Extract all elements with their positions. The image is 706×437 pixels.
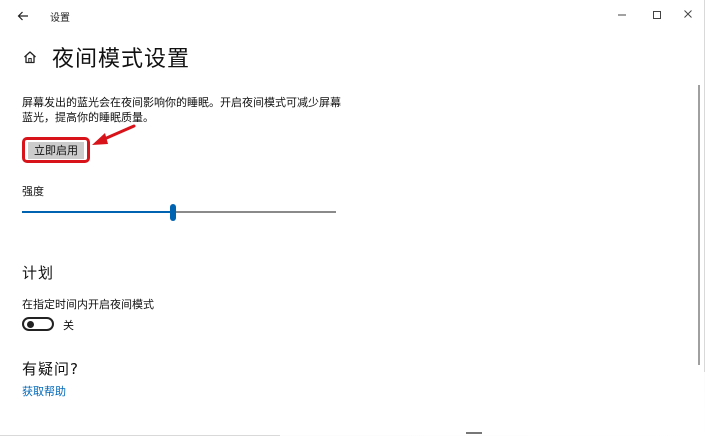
minimize-button[interactable] (612, 6, 632, 26)
home-icon[interactable] (22, 49, 38, 65)
description-text: 屏幕发出的蓝光会在夜间影响你的睡眠。开启夜间模式可减少屏幕蓝光，提高你的睡眠质量… (22, 96, 341, 124)
page-title: 夜间模式设置 (52, 47, 191, 72)
page-header: 夜间模式设置 (22, 42, 190, 72)
strength-label: 强度 (22, 185, 44, 198)
toggle-knob (27, 321, 34, 328)
enable-button-highlight: 立即启用 (22, 137, 90, 163)
app-title: 设置 (50, 13, 70, 24)
enable-now-button[interactable]: 立即启用 (28, 142, 84, 159)
settings-window: 设置 夜间模式设置 屏幕发出的蓝光会在夜间影响你的睡眠。开启夜间模式可减少屏幕蓝… (0, 0, 705, 436)
schedule-toggle[interactable] (22, 317, 54, 331)
maximize-button[interactable] (647, 6, 667, 26)
minimize-icon (618, 14, 626, 16)
toggle-state-label: 关 (63, 319, 74, 332)
close-icon (684, 10, 692, 18)
slider-thumb[interactable] (169, 204, 176, 221)
schedule-label: 在指定时间内开启夜间模式 (22, 298, 154, 311)
slider-fill (22, 211, 173, 213)
title-bar: 设置 (0, 0, 704, 32)
schedule-heading: 计划 (22, 264, 55, 282)
annotation-arrow-icon (92, 124, 136, 145)
help-heading: 有疑问? (22, 360, 79, 378)
maximize-icon (653, 11, 661, 19)
close-button[interactable] (678, 6, 698, 26)
get-help-link[interactable]: 获取帮助 (22, 383, 66, 399)
back-arrow-icon (17, 11, 28, 21)
scrollbar[interactable] (698, 85, 700, 365)
back-button[interactable] (12, 5, 34, 27)
bottom-fade-overlay (280, 372, 706, 437)
strength-slider[interactable] (22, 203, 336, 223)
bottom-mark (466, 432, 482, 434)
